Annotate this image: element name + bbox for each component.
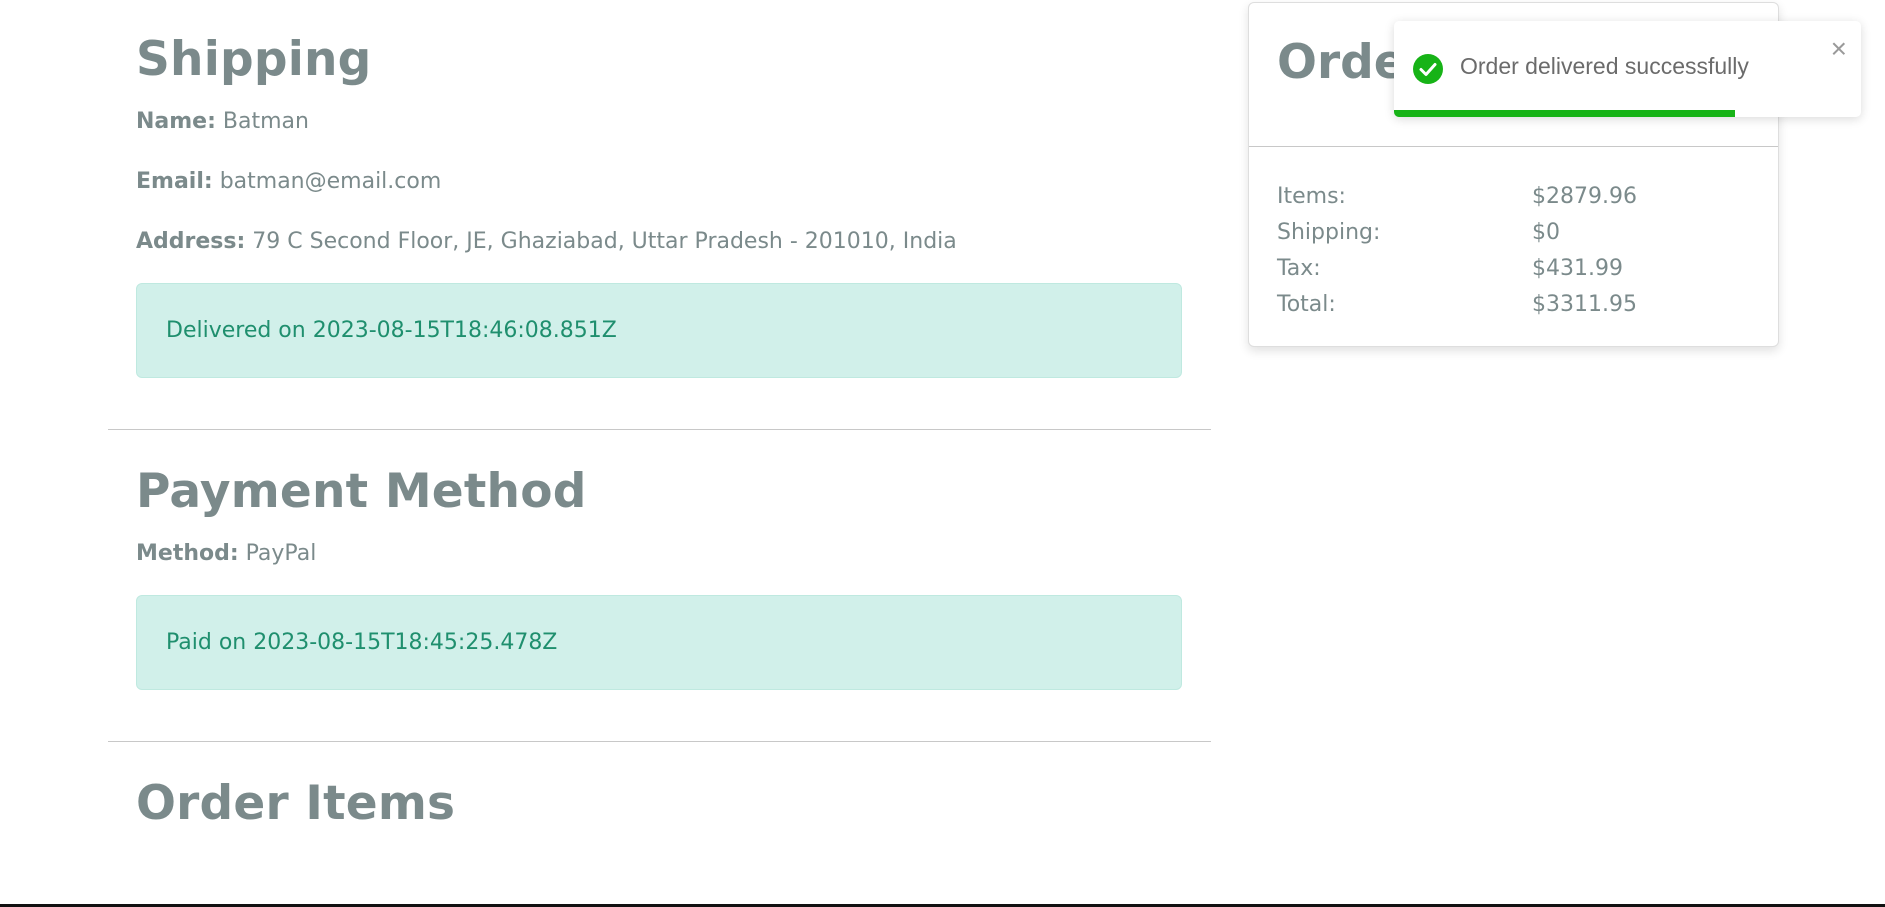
- summary-row-shipping: Shipping: $0: [1277, 215, 1757, 251]
- summary-value: $0: [1532, 220, 1560, 245]
- summary-list: Items: $2879.96 Shipping: $0 Tax: $431.9…: [1277, 179, 1757, 323]
- payment-section: Payment Method Method: PayPal Paid on 20…: [108, 430, 1211, 690]
- summary-value: $3311.95: [1532, 292, 1637, 317]
- summary-row-tax: Tax: $431.99: [1277, 251, 1757, 287]
- order-details-column: Shipping Name: Batman Email: batman@emai…: [108, 0, 1211, 831]
- name-label: Name:: [136, 109, 216, 134]
- email-value: batman@email.com: [219, 169, 442, 194]
- email-label: Email:: [136, 169, 213, 194]
- summary-row-items: Items: $2879.96: [1277, 179, 1757, 215]
- summary-row-total: Total: $3311.95: [1277, 287, 1757, 323]
- delivered-alert: Delivered on 2023-08-15T18:46:08.851Z: [136, 283, 1182, 378]
- order-items-section: Order Items: [108, 742, 1211, 831]
- summary-label: Total:: [1277, 292, 1336, 317]
- summary-value: $2879.96: [1532, 184, 1637, 209]
- shipping-name-row: Name: Batman: [136, 105, 1183, 139]
- summary-label: Items:: [1277, 184, 1346, 209]
- success-toast[interactable]: Order delivered successfully ×: [1394, 21, 1861, 117]
- toast-message: Order delivered successfully: [1460, 53, 1749, 79]
- paid-alert: Paid on 2023-08-15T18:45:25.478Z: [136, 595, 1182, 690]
- method-value: PayPal: [245, 541, 317, 566]
- close-icon[interactable]: ×: [1831, 35, 1847, 63]
- check-circle-icon: [1413, 54, 1443, 84]
- order-items-heading: Order Items: [136, 776, 456, 831]
- method-label: Method:: [136, 541, 239, 566]
- payment-method-row: Method: PayPal: [136, 537, 1183, 571]
- shipping-address-row: Address: 79 C Second Floor, JE, Ghaziaba…: [136, 225, 1183, 259]
- shipping-heading: Shipping: [136, 32, 372, 87]
- summary-label: Shipping:: [1277, 220, 1381, 245]
- address-value: 79 C Second Floor, JE, Ghaziabad, Uttar …: [252, 229, 957, 254]
- summary-value: $431.99: [1532, 256, 1623, 281]
- shipping-email-row: Email: batman@email.com: [136, 165, 1183, 199]
- name-value: Batman: [222, 109, 309, 134]
- card-divider: [1249, 146, 1778, 147]
- order-page: Shipping Name: Batman Email: batman@emai…: [0, 0, 1885, 907]
- toast-progress-bar: [1394, 110, 1735, 117]
- payment-heading: Payment Method: [136, 464, 587, 519]
- shipping-section: Shipping Name: Batman Email: batman@emai…: [108, 0, 1211, 378]
- address-label: Address:: [136, 229, 246, 254]
- summary-label: Tax:: [1277, 256, 1321, 281]
